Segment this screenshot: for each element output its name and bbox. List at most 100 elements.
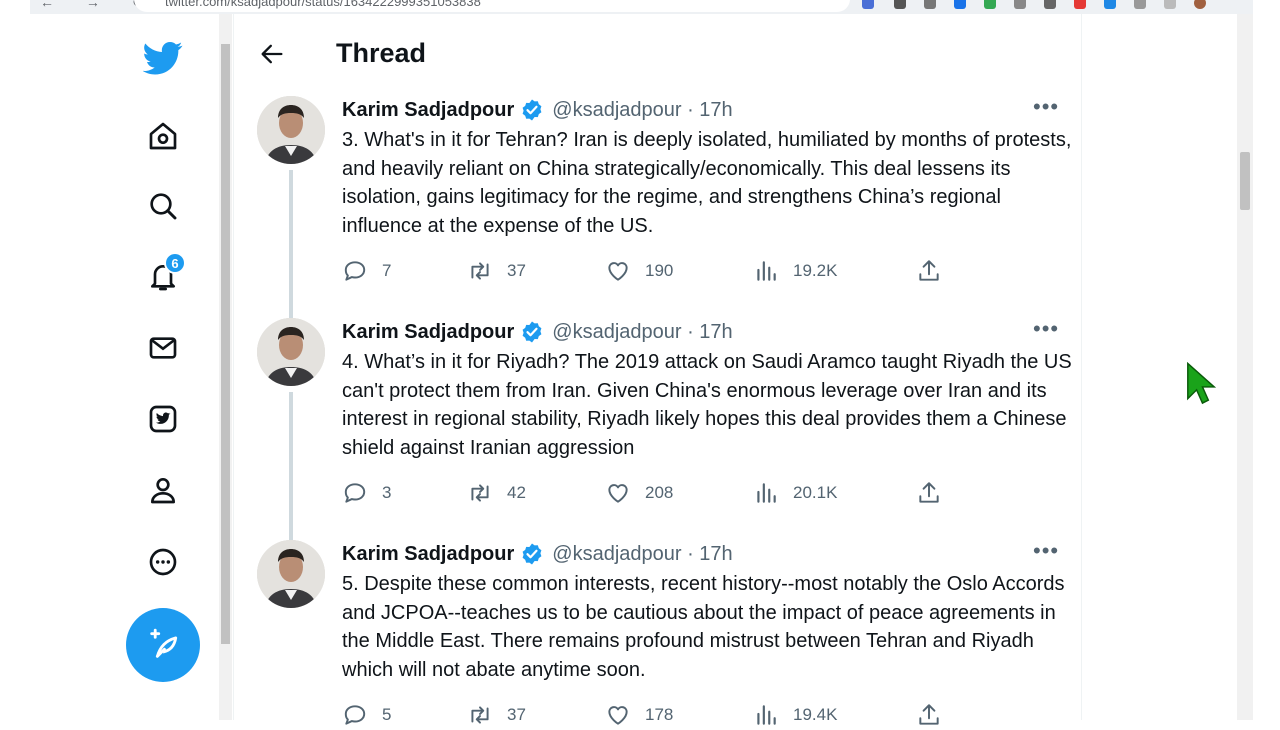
avatar-portrait-icon (257, 96, 325, 164)
retweet-count: 42 (507, 483, 526, 502)
heart-icon (608, 262, 628, 281)
left-frame (0, 0, 30, 720)
reply-button[interactable]: 5 (342, 702, 391, 728)
back-arrow-icon[interactable] (258, 40, 286, 68)
twitter-logo-icon[interactable] (143, 38, 183, 78)
profile-icon[interactable] (143, 470, 183, 510)
avatar[interactable] (257, 540, 325, 608)
mouse-cursor-icon (1187, 362, 1216, 405)
views-bar-chart-icon (757, 261, 776, 281)
verified-badge-icon (522, 99, 542, 121)
verified-badge-icon (522, 321, 542, 343)
reply-count: 7 (382, 261, 392, 280)
reply-icon (344, 261, 366, 281)
extension-icon[interactable] (984, 0, 996, 9)
tweet-text: 3. What's in it for Tehran? Iran is deep… (342, 129, 1072, 237)
sidebar-scrollbar[interactable] (219, 14, 232, 720)
more-circle-icon[interactable] (143, 542, 183, 582)
share-button[interactable] (916, 702, 956, 728)
tweet-actions: 3 42 208 20.1K (342, 480, 1062, 508)
like-count: 178 (645, 705, 674, 724)
compose-tweet-button[interactable] (126, 608, 200, 682)
share-icon (919, 704, 939, 725)
right-frame (1253, 0, 1280, 720)
heart-icon (608, 484, 628, 503)
extension-icon[interactable] (1104, 0, 1116, 9)
home-icon[interactable] (143, 116, 183, 156)
reply-count: 5 (382, 705, 392, 724)
author-name[interactable]: Karim Sadjadpour (342, 543, 514, 566)
extension-icon[interactable] (894, 0, 906, 9)
tweet-author-row: Karim Sadjadpour @ksadjadpour · 17h (342, 542, 733, 566)
reply-button[interactable]: 3 (342, 480, 391, 506)
avatar-portrait-icon (257, 540, 325, 608)
profile-avatar[interactable] (1194, 0, 1206, 9)
share-icon (919, 482, 939, 503)
views-button[interactable]: 19.4K (753, 702, 837, 728)
reply-button[interactable]: 7 (342, 258, 391, 284)
extension-icon[interactable] (1074, 0, 1086, 9)
tweet[interactable]: Karim Sadjadpour @ksadjadpour · 17h ••• … (233, 538, 1082, 725)
like-button[interactable]: 190 (605, 258, 673, 284)
retweet-icon (471, 484, 489, 502)
author-name[interactable]: Karim Sadjadpour (342, 321, 514, 344)
thread-connector-line (289, 392, 293, 540)
author-handle-time[interactable]: @ksadjadpour · 17h (552, 543, 732, 566)
extension-icon[interactable] (862, 0, 874, 9)
author-handle-time[interactable]: @ksadjadpour · 17h (552, 321, 732, 344)
like-count: 208 (645, 483, 674, 502)
page-title: Thread (336, 38, 427, 68)
retweet-button[interactable]: 42 (467, 480, 526, 506)
share-button[interactable] (916, 258, 956, 284)
extension-icon[interactable] (1014, 0, 1026, 9)
author-handle-time[interactable]: @ksadjadpour · 17h (552, 99, 732, 122)
tweet[interactable]: Karim Sadjadpour @ksadjadpour · 17h ••• … (233, 316, 1082, 540)
more-options-icon[interactable]: ••• (1033, 94, 1059, 120)
retweet-button[interactable]: 37 (467, 258, 526, 284)
search-icon[interactable] (143, 186, 183, 226)
browser-chrome: ← → ↻ twitter.com/ksadjadpour/status/163… (0, 0, 1280, 14)
more-options-icon[interactable]: ••• (1033, 316, 1059, 342)
tweet-text: 4. What’s in it for Riyadh? The 2019 att… (342, 351, 1072, 459)
extension-icon[interactable] (1044, 0, 1056, 9)
avatar[interactable] (257, 318, 325, 386)
avatar-portrait-icon (257, 318, 325, 386)
view-count: 19.4K (793, 705, 838, 724)
tweet-actions: 7 37 190 19.2K (342, 258, 1062, 286)
page-scrollbar[interactable] (1237, 14, 1253, 720)
avatar[interactable] (257, 96, 325, 164)
like-button[interactable]: 208 (605, 480, 673, 506)
more-options-icon[interactable]: ••• (1033, 538, 1059, 564)
views-button[interactable]: 19.2K (753, 258, 837, 284)
author-name[interactable]: Karim Sadjadpour (342, 99, 514, 122)
share-button[interactable] (916, 480, 956, 506)
extension-icon[interactable] (954, 0, 966, 9)
like-count: 190 (645, 261, 674, 280)
page-scroll-thumb[interactable] (1240, 152, 1250, 210)
sidebar-scroll-thumb[interactable] (221, 44, 230, 644)
twitter-blue-icon[interactable] (143, 399, 183, 439)
like-button[interactable]: 178 (605, 702, 673, 728)
reply-icon (344, 705, 366, 725)
views-button[interactable]: 20.1K (753, 480, 837, 506)
reply-count: 3 (382, 483, 392, 502)
extension-icon[interactable] (1164, 0, 1176, 9)
tweet[interactable]: Karim Sadjadpour @ksadjadpour · 17h ••• … (233, 94, 1082, 318)
retweet-button[interactable]: 37 (467, 702, 526, 728)
tweet-actions: 5 37 178 19.4K (342, 702, 1062, 730)
messages-envelope-icon[interactable] (143, 328, 183, 368)
views-bar-chart-icon (757, 705, 776, 725)
tweet-author-row: Karim Sadjadpour @ksadjadpour · 17h (342, 320, 733, 344)
view-count: 20.1K (793, 483, 838, 502)
extension-icon[interactable] (1134, 0, 1146, 9)
tweet-author-row: Karim Sadjadpour @ksadjadpour · 17h (342, 98, 733, 122)
share-icon (919, 260, 939, 281)
retweet-count: 37 (507, 261, 526, 280)
notification-count-badge: 6 (164, 252, 186, 274)
address-url[interactable]: twitter.com/ksadjadpour/status/163422299… (165, 0, 481, 9)
reply-icon (344, 483, 366, 503)
thread-connector-line (289, 170, 293, 318)
extension-icon[interactable] (924, 0, 936, 9)
tweet-text: 5. Despite these common interests, recen… (342, 573, 1065, 681)
retweet-icon (471, 262, 489, 280)
